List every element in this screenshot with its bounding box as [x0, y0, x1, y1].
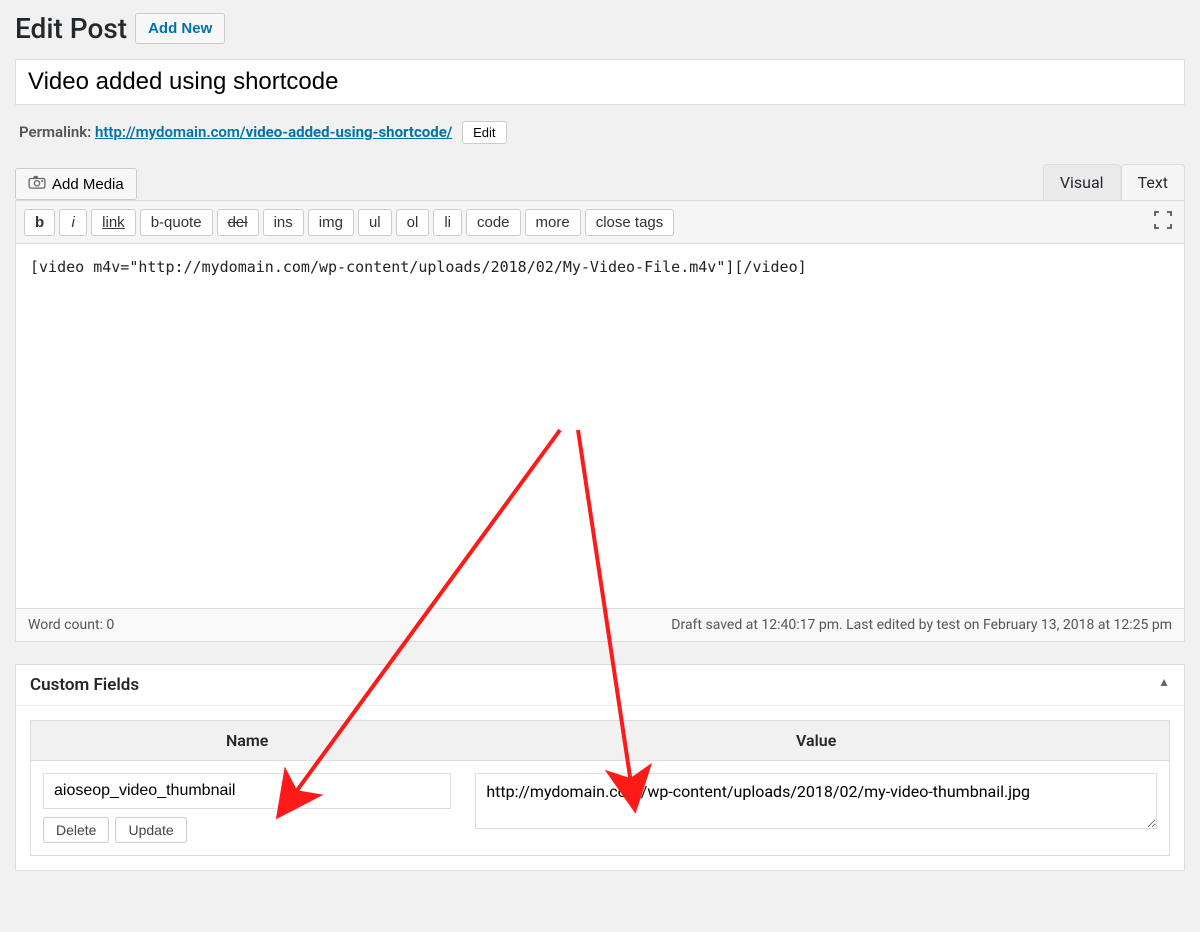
editor-tab-visual[interactable]: Visual [1043, 164, 1121, 200]
tool-li[interactable]: li [433, 209, 462, 236]
save-status: Draft saved at 12:40:17 pm. Last edited … [671, 617, 1172, 633]
tool-close-tags[interactable]: close tags [585, 209, 675, 236]
cf-name-header: Name [31, 721, 464, 761]
permalink-label: Permalink: [19, 123, 91, 141]
tool-ul[interactable]: ul [358, 209, 392, 236]
add-new-button[interactable]: Add New [135, 13, 225, 44]
tool-ins[interactable]: ins [263, 209, 304, 236]
tool-bquote[interactable]: b-quote [140, 209, 213, 236]
cf-delete-button[interactable]: Delete [43, 817, 109, 843]
page-title: Edit Post [15, 12, 127, 45]
word-count: Word count: 0 [28, 617, 114, 633]
text-editor-toolbar: b i link b-quote del ins img ul ol li co… [16, 201, 1184, 244]
post-title-input[interactable] [15, 59, 1185, 105]
permalink-edit-button[interactable]: Edit [462, 121, 506, 144]
tool-img[interactable]: img [308, 209, 354, 236]
cf-value-textarea[interactable] [475, 773, 1157, 829]
editor-tab-text[interactable]: Text [1121, 164, 1185, 200]
cf-name-input[interactable] [43, 773, 451, 809]
post-content-textarea[interactable] [16, 244, 1184, 604]
cf-value-header: Value [463, 721, 1169, 761]
tool-link[interactable]: link [91, 209, 136, 236]
cf-update-button[interactable]: Update [115, 817, 186, 843]
table-row: Delete Update [31, 761, 1170, 856]
fullscreen-icon[interactable] [1150, 207, 1176, 237]
tool-ol[interactable]: ol [396, 209, 430, 236]
tool-code[interactable]: code [466, 209, 521, 236]
permalink-link[interactable]: http://mydomain.com/video-added-using-sh… [95, 123, 452, 141]
tool-italic[interactable]: i [59, 209, 87, 236]
camera-icon [28, 175, 46, 193]
add-media-button[interactable]: Add Media [15, 168, 137, 200]
custom-fields-title: Custom Fields [30, 675, 139, 695]
custom-fields-panel-header[interactable]: Custom Fields ▲ [16, 665, 1184, 706]
tool-del[interactable]: del [217, 209, 259, 236]
tool-bold[interactable]: b [24, 209, 55, 236]
tool-more[interactable]: more [525, 209, 581, 236]
add-media-label: Add Media [52, 176, 124, 193]
collapse-icon: ▲ [1158, 675, 1170, 695]
